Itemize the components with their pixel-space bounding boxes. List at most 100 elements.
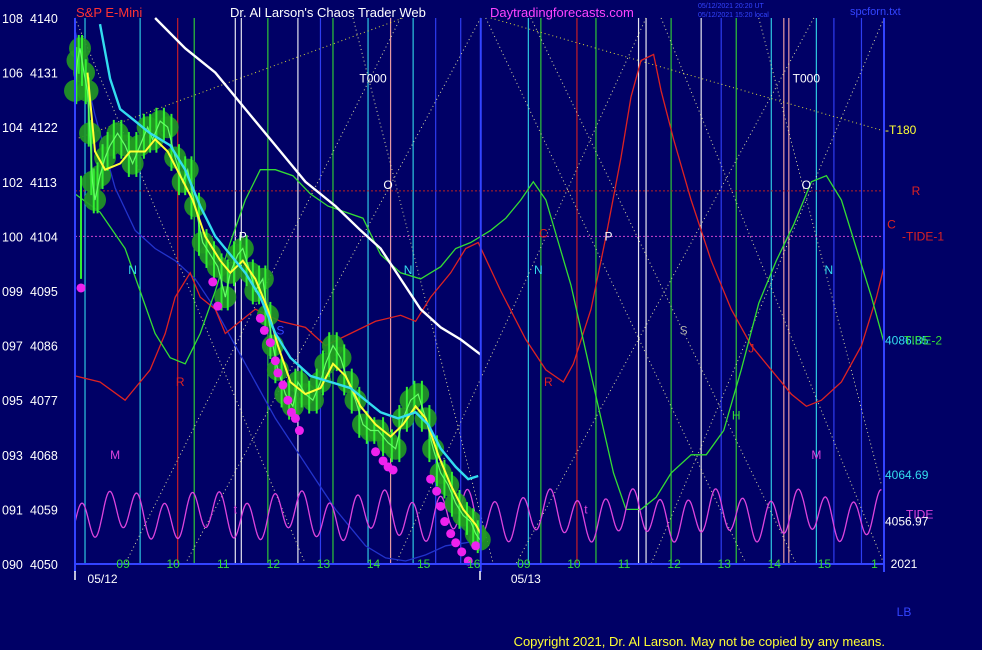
right-label-2: -TIDE-1 [902,229,944,243]
x-tick-3: 12 [267,557,281,571]
x-tick-12: 13 [718,557,732,571]
chart-marker-2: O [383,178,392,192]
y-tick-index-3: 095 [2,394,23,408]
y-tick-index-6: 100 [2,230,23,244]
price-marker-22 [451,538,461,548]
x-tick-7: 16 [467,557,481,571]
price-marker-1 [208,277,218,287]
date-label-1: 05/13 [511,572,541,586]
price-marker-9 [283,395,293,405]
price-marker-11 [290,413,300,423]
price-marker-12 [294,426,304,436]
y-tick-index-5: 099 [2,285,23,299]
x-tick-10: 11 [618,557,631,571]
x-tick-11: 12 [667,557,681,571]
y-tick-index-8: 104 [2,121,23,135]
price-marker-19 [436,501,446,511]
instrument-label: S&P E-Mini [76,5,142,20]
x-tick-15: 1 [871,557,878,571]
y-tick-index-10: 108 [2,12,23,26]
y-tick-price-9: 4131 [30,67,58,81]
x-tick-2: 11 [217,557,230,571]
y-tick-price-10: 4140 [30,12,58,26]
price-marker-23 [457,547,467,557]
corner-label: LB [897,605,912,619]
chart-marker-19: M [811,448,821,462]
chart-marker-10: N [534,263,543,277]
price-marker-3 [255,313,265,323]
chart-stage: 090 4050 091 4059 093 4068 095 4077 097 4086 099 40… [0,0,982,650]
chart-title: Dr. Al Larson's Chaos Trader Web [230,5,426,20]
price-marker-5 [265,338,275,348]
right-label-4: TIDE-2 [904,333,942,347]
chart-background [0,0,982,650]
chart-marker-13: S [680,323,688,337]
price-marker-4 [259,325,269,335]
right-label-0: -T180 [885,123,917,137]
price-marker-21 [446,529,456,539]
chart-marker-14: R [176,375,185,389]
year-label: 2021 [891,557,918,571]
y-tick-price-3: 4077 [30,394,58,408]
chart-marker-11: N [825,263,834,277]
price-marker-7 [273,368,283,378]
price-marker-20 [440,517,450,527]
x-tick-14: 15 [818,557,832,571]
price-marker-16 [388,465,398,475]
chart-marker-6: P [239,229,247,243]
chart-marker-17: H [732,408,741,422]
price-marker-17 [426,474,436,484]
price-marker-6 [270,356,280,366]
y-tick-price-4: 4086 [30,340,58,354]
x-tick-8: 09 [517,557,531,571]
x-tick-5: 14 [367,557,381,571]
y-tick-price-2: 4068 [30,449,58,463]
y-tick-index-0: 090 [2,558,23,572]
timestamp-1: 05/12/2021 20:20 UT [698,3,764,10]
chart-marker-4: C [539,226,548,240]
chart-marker-3: O [802,178,811,192]
y-tick-price-5: 4095 [30,285,58,299]
chart-marker-0: T000 [359,72,387,86]
timestamp-2: 05/12/2021 15:20 local [698,12,769,19]
price-marker-18 [432,486,442,496]
y-tick-price-8: 4122 [30,121,58,135]
chart-marker-12: S [276,323,284,337]
chart-marker-7: P [604,229,612,243]
chart-marker-16: J [748,342,754,356]
y-tick-index-1: 091 [2,503,23,517]
price-marker-8 [278,380,288,390]
x-tick-0: 09 [116,557,130,571]
chart-marker-5: C [887,217,896,231]
price-marker-2 [213,301,223,311]
y-tick-index-4: 097 [2,340,23,354]
x-tick-13: 14 [768,557,782,571]
chart-marker-8: N [128,263,137,277]
y-tick-index-7: 102 [2,176,23,190]
x-tick-4: 13 [317,557,331,571]
chart-marker-18: M [110,448,120,462]
y-tick-price-7: 4113 [30,176,57,190]
site-label: Daytradingforecasts.com [490,5,634,20]
y-tick-index-9: 106 [2,67,23,81]
y-tick-price-0: 4050 [30,558,58,572]
chart-marker-15: R [544,375,553,389]
price-marker-0 [76,283,86,293]
right-label-1: R [912,184,921,198]
chaos-trader-chart: 090 4050091 4059093 4068095 4077097 4086099 40… [0,0,982,650]
chart-marker-9: N [404,263,413,277]
y-tick-price-1: 4059 [30,503,58,517]
price-marker-25 [471,541,481,551]
y-tick-price-6: 4104 [30,230,58,244]
price-marker-13 [371,447,381,457]
file-label: spcforn.txt [850,6,901,18]
right-label-7: 4056.97 [885,515,929,529]
date-label-0: 05/12 [88,572,118,586]
copyright-text: Copyright 2021, Dr. Al Larson. May not b… [514,634,885,649]
y-tick-index-2: 093 [2,449,23,463]
right-label-5: 4064.69 [885,468,929,482]
x-tick-1: 10 [167,557,181,571]
x-tick-9: 10 [567,557,581,571]
x-tick-6: 15 [417,557,431,571]
chart-marker-1: T000 [793,72,821,86]
